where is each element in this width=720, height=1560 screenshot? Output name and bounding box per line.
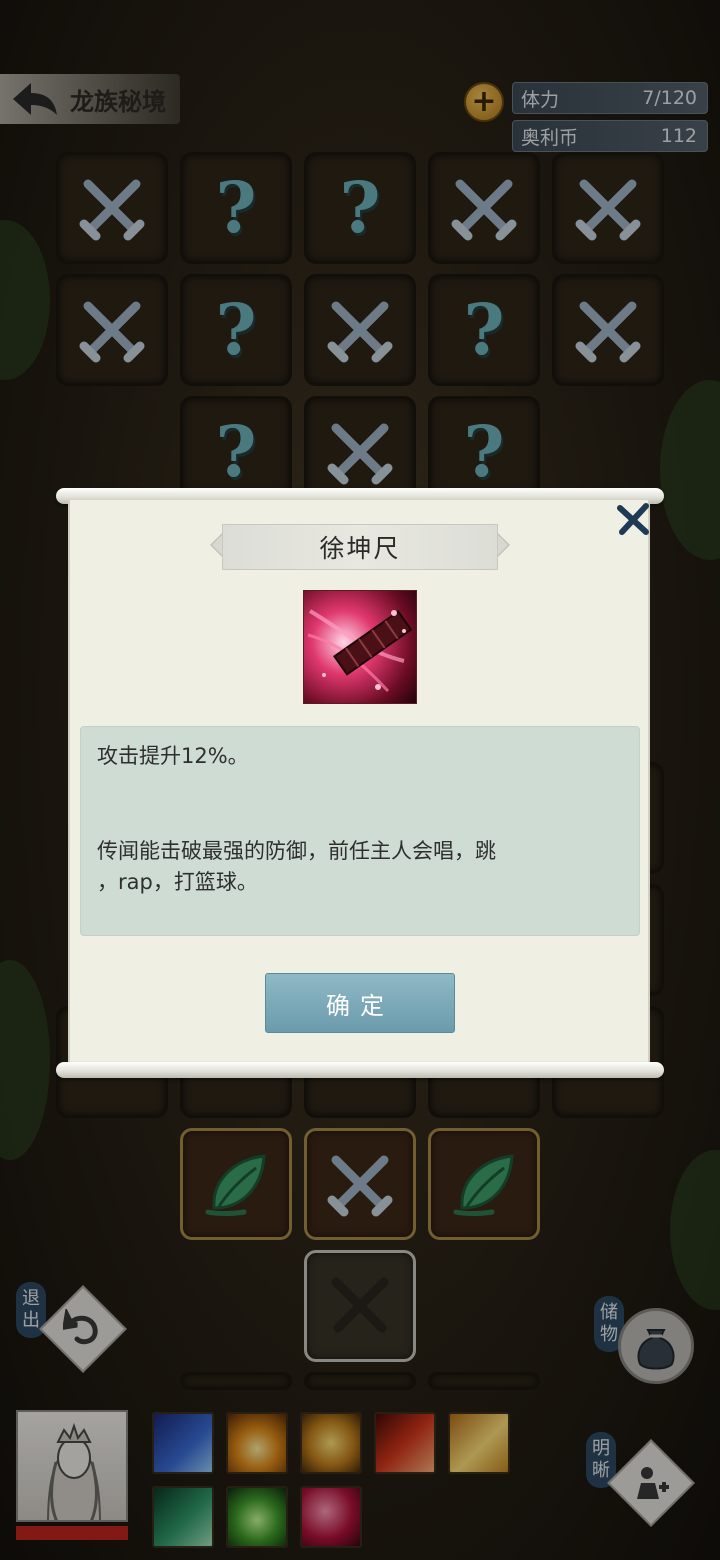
close-icon: [617, 503, 649, 535]
item-lore-line-1: 传闻能击破最强的防御，前任主人会唱，跳: [97, 839, 496, 863]
item-image: [303, 590, 417, 704]
item-name: 徐坤尺: [319, 534, 401, 563]
close-button[interactable]: [612, 498, 654, 540]
item-description-box: 攻击提升12%。 传闻能击破最强的防御，前任主人会唱，跳 ，rap，打篮球。: [80, 726, 640, 936]
confirm-button[interactable]: 确定: [265, 973, 455, 1033]
item-lore-line-2: ，rap，打篮球。: [97, 870, 258, 894]
item-name-banner: 徐坤尺: [222, 524, 498, 570]
scroll-roll-bottom: [56, 1062, 664, 1078]
ruler-item-icon: [304, 591, 416, 703]
confirm-label: 确定: [326, 991, 394, 1020]
item-effect-text: 攻击提升12%。: [97, 744, 249, 768]
